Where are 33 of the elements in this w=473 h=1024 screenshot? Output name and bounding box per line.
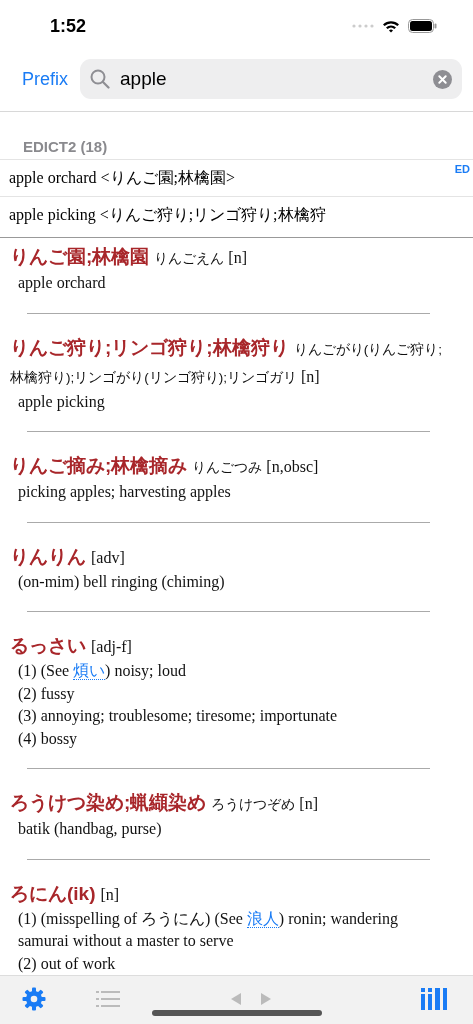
status-time: 1:52 [50,15,87,37]
definition: (2) fussy [17,683,76,705]
prefix-button[interactable]: Prefix [22,64,68,94]
definition: apple picking [17,391,106,413]
search-field[interactable]: apple [80,59,462,99]
search-icon [90,69,110,89]
cross-reference-link[interactable]: 浪人 [246,909,279,928]
clear-icon[interactable] [433,69,452,89]
definition: batik (handbag, purse) [17,819,163,840]
entry-heading: ろうけつ染め;蝋纈染め ろうけつぞめ [n] [10,791,319,815]
definition: (1) (See 煩い) noisy; loud [17,661,187,682]
library-icon[interactable] [421,988,447,1010]
signal-icon [352,24,374,28]
search-input[interactable]: apple [118,67,425,91]
definition: (on-mim) bell ringing (chiming) [17,571,226,593]
definition: (4) bossy [17,728,79,750]
definition: picking apples; harvesting apples [17,482,232,503]
entry-heading: ろにん(ik) [n] [10,881,121,906]
entry-heading: りんご園;林檎園 りんごえん [n] [10,245,248,269]
entry-heading: りんりん [adv] [10,544,126,569]
definition: (2) out of work [17,953,117,975]
battery-icon [408,19,437,33]
cross-reference-link[interactable]: 煩い [73,662,106,680]
definition: (1) (misspelling of ろうにん) (See 浪人) ronin; wandering samurai without a master to serve [17,908,399,951]
settings-icon[interactable] [22,987,46,1011]
result-row[interactable]: apple picking <りんご狩り;リンゴ狩り;林檎狩 [0,196,473,233]
definition: apple orchard [17,273,107,294]
entry-heading: るっさい [adj-f] [10,634,133,658]
index-label[interactable]: ED [454,163,470,175]
definition: (3) annoying; troublesome; tiresome; importunate [17,706,339,727]
entry-heading: りんご摘み;林檎摘み りんごつみ [n,obsc] [10,454,320,478]
wifi-icon [382,19,400,33]
section-header: EDICT2 (18) [23,138,108,157]
